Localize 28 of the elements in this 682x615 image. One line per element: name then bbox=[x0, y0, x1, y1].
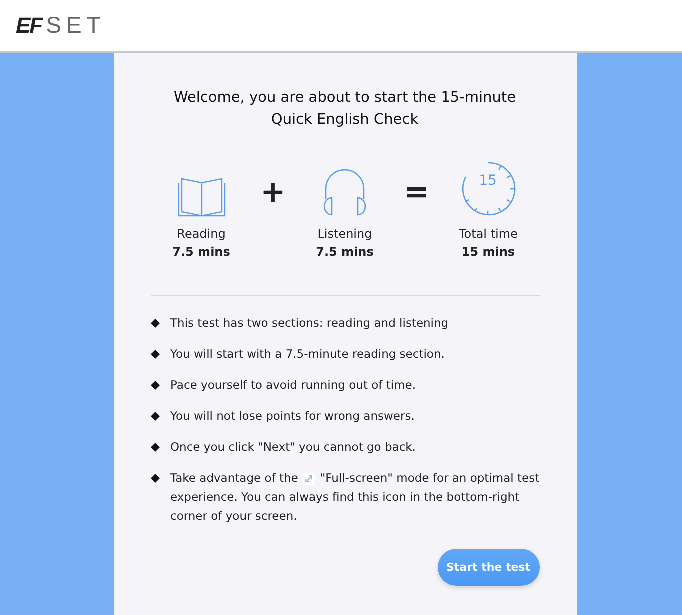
logo-mark: EF bbox=[16, 12, 42, 38]
rule-text: You will not lose points for wrong answers. bbox=[170, 408, 415, 425]
rule-text: Pace yourself to avoid running out of time. bbox=[170, 377, 416, 394]
diamond-bullet-icon bbox=[150, 412, 160, 421]
duration-value: 7.5 mins bbox=[316, 245, 374, 259]
duration-value: 15 mins bbox=[462, 245, 516, 259]
duration-value: 7.5 mins bbox=[172, 245, 230, 259]
section-label: Reading bbox=[177, 227, 226, 241]
rule-text: Take advantage of the bbox=[170, 470, 298, 487]
rule-text: "Full-screen" mode for an optimal test bbox=[320, 470, 540, 487]
rule-text: Once you click "Next" you cannot go back. bbox=[170, 439, 416, 456]
section-label: Total time bbox=[458, 227, 518, 241]
rule-text: You will start with a 7.5-minute reading section. bbox=[170, 346, 445, 363]
diamond-bullet-icon bbox=[150, 443, 160, 452]
operator-sign: + bbox=[260, 175, 286, 210]
book-icon bbox=[178, 177, 226, 217]
logo-text: SET bbox=[46, 12, 106, 39]
page-title: Welcome, you are about to start the 15-minute Quick English Check bbox=[172, 89, 518, 130]
operator-sign: = bbox=[404, 175, 430, 210]
diamond-bullet-icon bbox=[150, 350, 160, 359]
diamond-bullet-icon bbox=[150, 319, 160, 328]
rule-text: experience. You can always find this icon in the bottom-right corner of your screen. bbox=[170, 489, 521, 525]
expand-icon bbox=[303, 472, 316, 484]
rule-text: This test has two sections: reading and listening bbox=[170, 315, 449, 332]
diamond-bullet-icon bbox=[150, 474, 160, 483]
start-button[interactable]: Start the test bbox=[438, 549, 540, 586]
diamond-bullet-icon bbox=[150, 381, 160, 390]
section-label: Listening bbox=[318, 227, 372, 241]
